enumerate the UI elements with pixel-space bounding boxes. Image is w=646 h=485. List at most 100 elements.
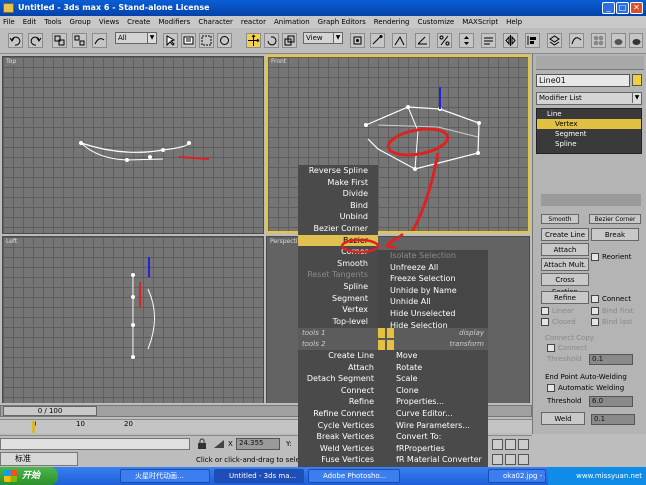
- menu-maxscript[interactable]: MAXScript: [462, 16, 498, 28]
- mirror-button[interactable]: [503, 33, 518, 48]
- quad-item-frproperties[interactable]: fRProperties: [384, 443, 488, 455]
- play-button[interactable]: [505, 439, 516, 450]
- create-line-button[interactable]: Create Line: [541, 228, 589, 241]
- quad-item-freeze-selection[interactable]: Freeze Selection: [378, 273, 488, 285]
- attach-button[interactable]: Attach: [541, 243, 589, 256]
- stack-item-segment[interactable]: Segment: [537, 129, 641, 139]
- threshold-spinner[interactable]: 0.1: [589, 354, 633, 365]
- menu-create[interactable]: Create: [127, 16, 150, 28]
- connect-copy-checkbox[interactable]: Connect: [547, 343, 587, 353]
- align-button[interactable]: [525, 33, 540, 48]
- menu-character[interactable]: Character: [198, 16, 233, 28]
- next-frame-button[interactable]: [518, 439, 529, 450]
- automatic-welding-checkbox[interactable]: Automatic Welding: [547, 383, 624, 393]
- selection-lock-icon[interactable]: [212, 438, 226, 450]
- stack-item-vertex[interactable]: Vertex: [537, 119, 641, 129]
- stack-item-line[interactable]: Line: [537, 109, 641, 119]
- rect-selection-button[interactable]: [199, 33, 214, 48]
- threshold2-spinner[interactable]: 6.0: [589, 396, 633, 407]
- quad-item-clone[interactable]: Clone: [384, 385, 488, 397]
- bind-last-checkbox[interactable]: Bind last: [591, 317, 632, 327]
- attach-mult-button[interactable]: Attach Mult.: [541, 258, 589, 271]
- menu-help[interactable]: Help: [506, 16, 522, 28]
- quad-item-attach[interactable]: Attach: [298, 362, 384, 374]
- quad-item-properties[interactable]: Properties...: [384, 396, 488, 408]
- quad-item-segment[interactable]: Segment: [298, 293, 378, 305]
- menu-customize[interactable]: Customize: [417, 16, 454, 28]
- stack-controls[interactable]: [541, 194, 641, 206]
- layer-manager-button[interactable]: [547, 33, 562, 48]
- quick-render-button[interactable]: [629, 33, 643, 48]
- modifier-list-dropdown[interactable]: Modifier List ▼: [536, 92, 642, 105]
- redo-button[interactable]: [28, 33, 43, 48]
- material-editor-button[interactable]: [591, 33, 606, 48]
- bind-spacewarp-button[interactable]: [92, 33, 107, 48]
- minimize-button[interactable]: _: [602, 2, 615, 14]
- weld-spinner[interactable]: 0.1: [591, 414, 635, 425]
- break-button[interactable]: Break: [591, 228, 639, 241]
- viewport-top[interactable]: Top: [2, 56, 264, 234]
- angle-snap-button[interactable]: [415, 33, 430, 48]
- render-scene-button[interactable]: [611, 33, 626, 48]
- unlink-button[interactable]: [72, 33, 87, 48]
- orbit-button[interactable]: [518, 454, 529, 465]
- stack-item-spline[interactable]: Spline: [537, 139, 641, 149]
- time-slider-thumb[interactable]: 0 / 100: [3, 406, 97, 416]
- quad-item-bind[interactable]: Bind: [298, 200, 378, 212]
- quad-item-break-vertices[interactable]: Break Vertices: [298, 431, 384, 443]
- quad-item-convert-to[interactable]: Convert To:: [384, 431, 488, 443]
- command-panel-tabs[interactable]: [536, 56, 644, 70]
- quad-item-top-level[interactable]: Top-level: [298, 316, 378, 328]
- pivot-center-button[interactable]: [350, 33, 365, 48]
- close-button[interactable]: ✕: [630, 2, 643, 14]
- select-object-button[interactable]: [163, 33, 178, 48]
- closed-checkbox[interactable]: Closed: [541, 317, 576, 327]
- linear-checkbox[interactable]: Linear: [541, 306, 574, 316]
- select-by-name-button[interactable]: [181, 33, 196, 48]
- maximize-button[interactable]: □: [616, 2, 629, 14]
- quad-item-connect[interactable]: Connect: [298, 385, 384, 397]
- x-coordinate-field[interactable]: 24.355: [236, 438, 280, 450]
- curve-editor-button[interactable]: [569, 33, 584, 48]
- quad-item-cycle-vertices[interactable]: Cycle Vertices: [298, 420, 384, 432]
- menu-file[interactable]: File: [3, 16, 15, 28]
- quad-item-hide-unselected[interactable]: Hide Unselected: [378, 308, 488, 320]
- bind-first-checkbox[interactable]: Bind first: [591, 306, 634, 316]
- quad-item-curve-editor[interactable]: Curve Editor...: [384, 408, 488, 420]
- quad-item-fr-material-converter[interactable]: fR Material Converter: [384, 454, 488, 466]
- taskbar-item-3[interactable]: Adobe Photosho...: [308, 469, 400, 483]
- quad-item-scale[interactable]: Scale: [384, 373, 488, 385]
- quad-item-spline[interactable]: Spline: [298, 281, 378, 293]
- cross-section-button[interactable]: Cross Section: [541, 273, 589, 296]
- undo-button[interactable]: [8, 33, 23, 48]
- quad-item-rotate[interactable]: Rotate: [384, 362, 488, 374]
- quad-item-unbind[interactable]: Unbind: [298, 211, 378, 223]
- quad-item-weld-vertices[interactable]: Weld Vertices: [298, 443, 384, 455]
- menu-reactor[interactable]: reactor: [241, 16, 266, 28]
- quad-item-detach-segment[interactable]: Detach Segment: [298, 373, 384, 385]
- quad-item-move[interactable]: Move: [384, 350, 488, 362]
- select-and-scale-button[interactable]: [282, 33, 297, 48]
- quad-item-vertex[interactable]: Vertex: [298, 304, 378, 316]
- menu-tools[interactable]: Tools: [44, 16, 61, 28]
- taskbar-item-2[interactable]: Untitled - 3ds ma...: [214, 469, 304, 483]
- spinner-snap-button[interactable]: [459, 33, 474, 48]
- menu-animation[interactable]: Animation: [274, 16, 310, 28]
- percent-snap-button[interactable]: [437, 33, 452, 48]
- menu-views[interactable]: Views: [99, 16, 119, 28]
- smooth-button[interactable]: Smooth: [541, 214, 579, 224]
- bezier-corner-button[interactable]: Bezier Corner: [589, 214, 641, 224]
- input-method-indicator[interactable]: 标准: [0, 452, 78, 466]
- quad-item-fuse-vertices[interactable]: Fuse Vertices: [298, 454, 384, 466]
- select-and-move-button[interactable]: [246, 33, 261, 48]
- taskbar-item-4[interactable]: oka02.jpg - Ac: [488, 469, 546, 483]
- quad-item-refine-connect[interactable]: Refine Connect: [298, 408, 384, 420]
- lock-icon[interactable]: [196, 438, 208, 450]
- object-name-field[interactable]: Line01: [536, 74, 630, 87]
- menu-graph-editors[interactable]: Graph Editors: [318, 16, 366, 28]
- reorient-checkbox[interactable]: Reorient: [591, 252, 631, 262]
- quad-item-create-line[interactable]: Create Line: [298, 350, 384, 362]
- quad-item-unhide-all[interactable]: Unhide All: [378, 296, 488, 308]
- quad-item-divide[interactable]: Divide: [298, 188, 378, 200]
- prev-frame-button[interactable]: [492, 439, 503, 450]
